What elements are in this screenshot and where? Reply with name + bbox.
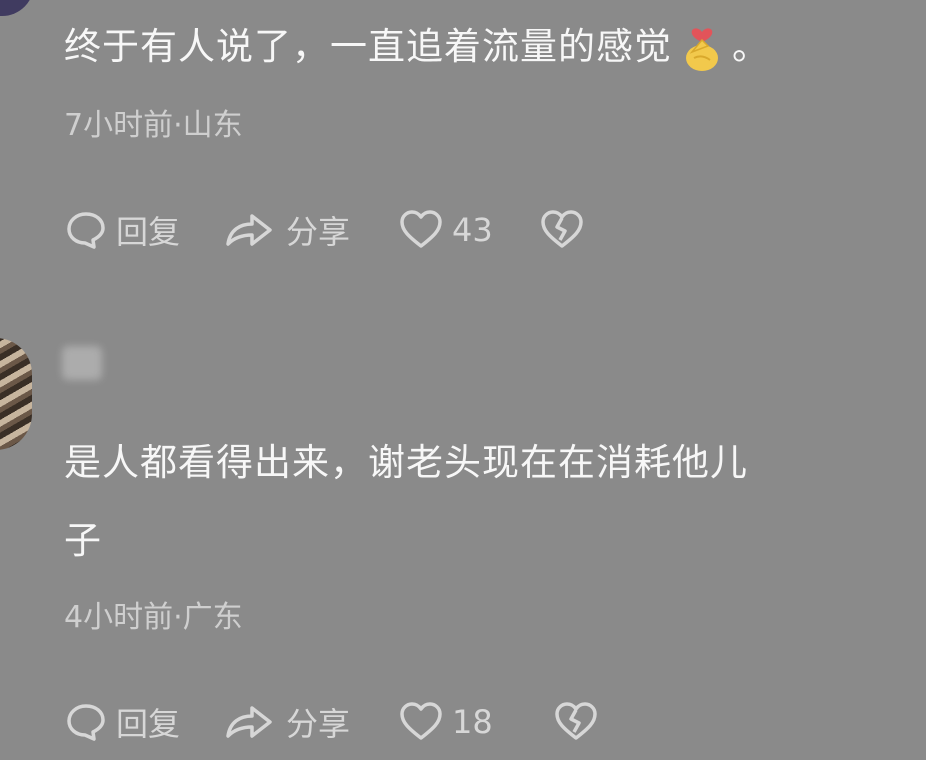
comment-text-tail: 。: [732, 25, 770, 68]
like-count: 43: [452, 211, 493, 249]
action-bar: 回复 分享 43: [64, 206, 585, 254]
share-label: 分享: [286, 705, 351, 743]
finger-heart-icon: [680, 24, 724, 74]
username-blurred: [62, 346, 102, 380]
comment-text-container: 终于有人说了，一直追着流量的感觉 。: [64, 16, 770, 78]
broken-heart-icon: [555, 702, 597, 740]
reply-label: 回复: [116, 705, 181, 743]
comment-text-line1: 是人都看得出来，谢老头现在在消耗他儿: [64, 441, 748, 484]
comment-text-line2: 子: [64, 519, 102, 562]
comment-text: 终于有人说了，一直追着流量的感觉: [64, 25, 672, 68]
dislike-button[interactable]: [553, 700, 599, 744]
avatar[interactable]: [0, 0, 34, 16]
share-button[interactable]: 分享: [222, 699, 350, 745]
heart-icon: [400, 702, 442, 740]
reply-button[interactable]: 回复: [64, 699, 180, 745]
share-label: 分享: [286, 213, 351, 251]
share-arrow-icon: [226, 706, 272, 738]
comment-meta: 7小时前·山东: [64, 108, 243, 143]
comment-bubble-icon: [67, 212, 105, 249]
reply-button[interactable]: 回复: [64, 207, 180, 253]
broken-heart-icon: [541, 210, 583, 248]
share-arrow-icon: [226, 214, 272, 246]
like-button[interactable]: 18: [398, 700, 493, 744]
heart-icon: [400, 210, 442, 248]
comment-bubble-icon: [67, 704, 105, 741]
avatar[interactable]: [0, 338, 32, 450]
action-bar: 回复 分享 18: [64, 698, 599, 746]
like-count: 18: [452, 703, 493, 741]
like-button[interactable]: 43: [398, 208, 493, 252]
comment-meta: 4小时前·广东: [64, 600, 243, 635]
share-button[interactable]: 分享: [222, 207, 350, 253]
dislike-button[interactable]: [539, 208, 585, 252]
reply-label: 回复: [116, 213, 181, 251]
